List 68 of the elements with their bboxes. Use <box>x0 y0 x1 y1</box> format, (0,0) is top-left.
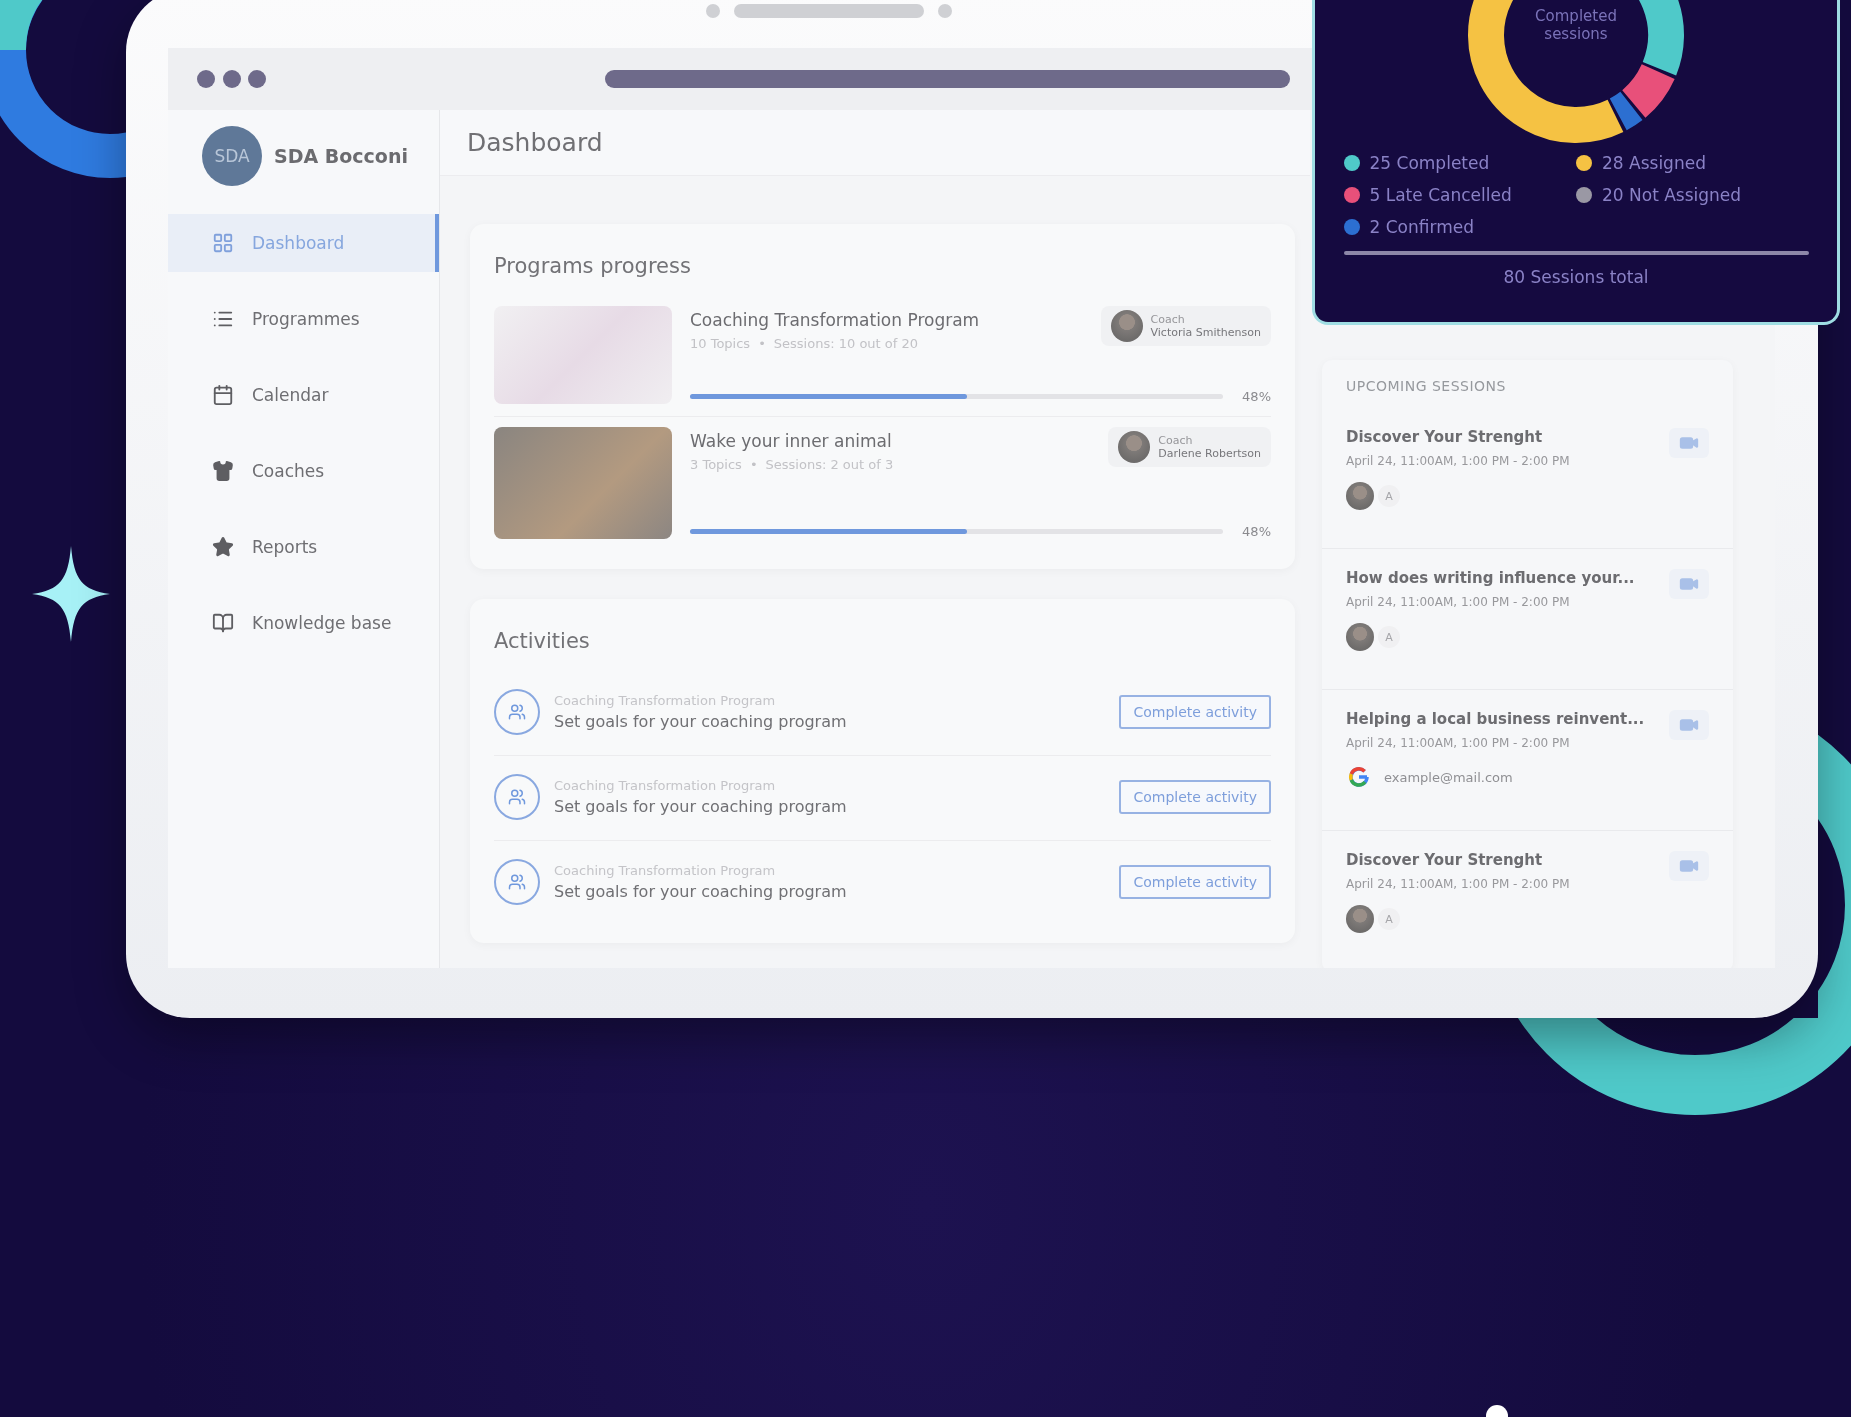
avatar-placeholder <box>1110 310 1143 342</box>
complete-activity-button[interactable]: Complete activity <box>1119 780 1271 814</box>
people-icon <box>494 689 540 735</box>
org-logo: SDA <box>202 126 262 186</box>
google-logo-icon <box>1346 764 1372 790</box>
bullet-separator: • <box>758 336 766 351</box>
org-name: SDA Bocconi <box>274 145 408 167</box>
program-title[interactable]: Coaching Transformation Program <box>690 310 980 330</box>
window-dots-icon <box>196 69 266 89</box>
people-icon <box>494 859 540 905</box>
nav-item[interactable]: Reports <box>168 518 439 576</box>
nav-item[interactable]: Calendar <box>168 366 439 424</box>
book-icon <box>212 612 234 634</box>
video-button[interactable] <box>1669 710 1709 740</box>
nav-item[interactable]: Knowledge base <box>168 594 439 652</box>
avatar-placeholder <box>1346 623 1374 651</box>
progress-percent: 48% <box>1241 389 1271 404</box>
people-icon <box>494 774 540 820</box>
attendee-initial: A <box>1378 485 1400 507</box>
grid-icon <box>212 232 234 254</box>
coach-label: Coach <box>1158 434 1194 447</box>
legend-label: 5 Late Cancelled <box>1369 185 1512 205</box>
program-title[interactable]: Wake your inner animal <box>690 431 894 451</box>
sessions-total: 80 Sessions total <box>1503 267 1649 287</box>
legend-label: 20 Not Assigned <box>1602 185 1742 205</box>
attendee-initial: A <box>1378 626 1400 648</box>
session-time: April 24, 11:00AM, 1:00 PM - 2:00 PM <box>1346 595 1571 609</box>
legend-label: 28 Assigned <box>1602 153 1706 173</box>
card-title: Activities <box>494 629 591 653</box>
session-time: April 24, 11:00AM, 1:00 PM - 2:00 PM <box>1346 877 1571 891</box>
session-title[interactable]: Helping a local business reinvent... <box>1346 710 1669 728</box>
address-bar[interactable] <box>605 70 1290 88</box>
coach-name: Victoria Smithenson <box>1150 326 1261 339</box>
legend-label: 25 Completed <box>1369 153 1490 173</box>
complete-activity-button[interactable]: Complete activity <box>1119 695 1271 729</box>
avatar-placeholder <box>1346 482 1374 510</box>
session-time: April 24, 11:00AM, 1:00 PM - 2:00 PM <box>1346 454 1571 468</box>
notch-dot <box>706 4 720 18</box>
star-icon <box>212 536 234 558</box>
activity-title: Set goals for your coaching program <box>554 882 848 901</box>
card-title: Programs progress <box>494 254 692 278</box>
shirt-icon <box>212 460 234 482</box>
activity-title: Set goals for your coaching program <box>554 712 848 731</box>
session-title[interactable]: Discover Your Strenght <box>1346 851 1669 869</box>
session-time: April 24, 11:00AM, 1:00 PM - 2:00 PM <box>1346 736 1571 750</box>
calendar-icon <box>212 384 234 406</box>
attendee-initial: A <box>1378 908 1400 930</box>
activity-title: Set goals for your coaching program <box>554 797 848 816</box>
session-title[interactable]: How does writing influence your... <box>1346 569 1669 587</box>
notch-dot <box>938 4 952 18</box>
complete-activity-button[interactable]: Complete activity <box>1119 865 1271 899</box>
coach-name: Darlene Robertson <box>1158 447 1261 460</box>
session-title[interactable]: Discover Your Strenght <box>1346 428 1669 446</box>
page-title: Dashboard <box>467 128 603 157</box>
coach-label: Coach <box>1150 313 1186 326</box>
video-button[interactable] <box>1669 569 1709 599</box>
nav-item[interactable]: Coaches <box>168 442 439 500</box>
avatar-placeholder <box>1346 905 1374 933</box>
nav-item[interactable]: Programmes <box>168 290 439 348</box>
progress-percent: 48% <box>1241 524 1271 539</box>
avatar-placeholder <box>1118 431 1151 463</box>
video-button[interactable] <box>1669 851 1709 881</box>
donut-center-label: Completed sessions <box>1534 7 1618 43</box>
bullet-separator: • <box>749 457 758 472</box>
section-heading: UPCOMING SESSIONS <box>1345 378 1507 396</box>
video-button[interactable] <box>1669 428 1709 458</box>
attendee-email: example@mail.com <box>1384 769 1513 785</box>
legend-label: 2 Confirmed <box>1369 217 1474 237</box>
